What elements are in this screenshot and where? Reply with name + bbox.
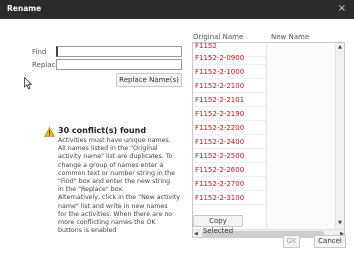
conflict-line: name" list and write in new names xyxy=(58,202,168,210)
original-name-item[interactable]: F1152-2-2700 xyxy=(193,177,266,191)
original-name-header: Original Name xyxy=(193,33,244,41)
original-name-item[interactable]: F1152-2-1000 xyxy=(193,65,266,79)
cancel-button[interactable]: Cancel xyxy=(314,235,346,248)
conflict-line: in the "Replace" box. xyxy=(58,186,125,194)
conflict-title: 30 conflict(s) found xyxy=(58,126,147,135)
copy-selected-button[interactable]: Copy Selected xyxy=(193,215,243,235)
original-name-item[interactable]: F1152-2-2190 xyxy=(193,107,266,121)
new-name-header: New Name xyxy=(271,33,310,41)
conflict-line: All names listed in the "Original xyxy=(58,145,158,153)
original-name-item[interactable]: F1152-2-3100 xyxy=(193,191,266,205)
dialog-title: Rename xyxy=(7,4,42,13)
replace-names-button[interactable]: Replace Name(s) xyxy=(116,73,182,87)
rename-list: F1152 F1152-2-0900 F1152-2-1000 F1152-2-… xyxy=(192,42,345,238)
conflict-line: buttons is enabled xyxy=(58,227,117,235)
mouse-cursor-icon xyxy=(24,77,32,90)
dialog-titlebar: Rename × xyxy=(0,0,354,19)
conflict-line: change a group of names enter a xyxy=(58,161,164,169)
original-name-item[interactable]: F1152-2-2500 xyxy=(193,149,266,163)
replace-input[interactable] xyxy=(56,59,182,70)
new-name-column[interactable] xyxy=(267,43,335,229)
conflict-line: more conflicting names the OK xyxy=(58,219,156,227)
close-icon[interactable]: × xyxy=(336,3,348,15)
find-input[interactable] xyxy=(56,46,182,57)
original-name-item[interactable]: F1152-2-2400 xyxy=(193,135,266,149)
conflict-line: for the activities. When there are no xyxy=(58,210,173,218)
warning-icon xyxy=(44,127,55,137)
scroll-left-icon[interactable]: ◀ xyxy=(194,230,198,237)
scroll-down-icon[interactable]: ▼ xyxy=(336,220,344,228)
scroll-up-icon[interactable]: ▲ xyxy=(336,44,344,52)
ok-button[interactable]: OK xyxy=(283,235,300,248)
conflict-line: common text or number string in the xyxy=(58,169,176,177)
conflict-line: activity name" list are duplicates. To xyxy=(58,153,173,161)
original-name-item[interactable]: F1152-2-2100 xyxy=(193,79,266,93)
original-name-item[interactable]: F1152-2-2101 xyxy=(193,93,266,107)
conflict-message: Activities must have unique names. All n… xyxy=(58,137,184,235)
conflict-line: "Find" box and enter the new string xyxy=(58,178,171,186)
conflict-line: Activities must have unique names. xyxy=(58,137,171,144)
original-name-item[interactable]: F1152-2-0900 xyxy=(193,51,266,65)
vertical-scrollbar[interactable]: ▲ ▼ xyxy=(335,43,344,229)
find-label: Find xyxy=(32,48,47,56)
conflict-line: Alternatively, click in the "New activit… xyxy=(58,194,181,202)
original-name-item[interactable]: F1152-2-2200 xyxy=(193,121,266,135)
original-name-item[interactable]: F1152-2-2600 xyxy=(193,163,266,177)
